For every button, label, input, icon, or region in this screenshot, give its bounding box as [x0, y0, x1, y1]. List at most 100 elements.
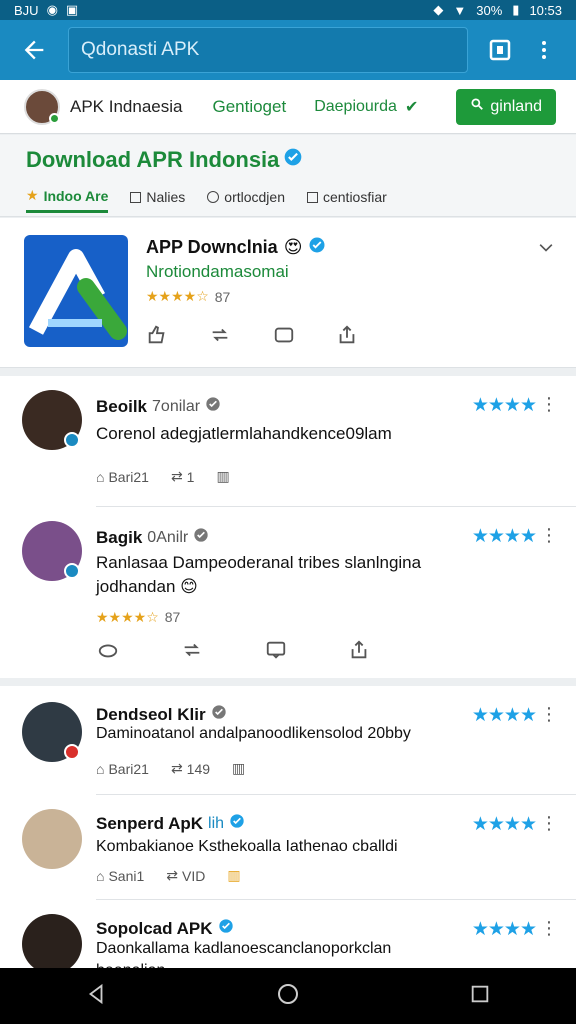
subtab-ortlocdjen[interactable]: ortlocdjen — [207, 187, 285, 213]
review-item[interactable]: Dendseol Klir ★★★★ ⋮ Daminoatanol andalp… — [0, 686, 576, 794]
reviewer-name: Bagik — [96, 527, 143, 547]
verified-icon — [218, 918, 234, 939]
subtab-label: Nalies — [146, 189, 186, 205]
circle-icon — [207, 191, 220, 203]
subtab-nalies[interactable]: Nalies — [130, 187, 185, 213]
avatar[interactable] — [22, 914, 82, 970]
home-icon[interactable]: ⌂ Sani1 — [96, 868, 144, 884]
chevron-down-icon[interactable] — [536, 238, 556, 263]
page-header: Download APR Indonsia ★ Indoo Are Nalies… — [0, 135, 576, 217]
more-vert-icon[interactable] — [522, 26, 566, 74]
star-rating-icon: ★★★★☆ — [96, 609, 159, 625]
clock: 10:53 — [529, 2, 562, 18]
home-icon[interactable]: ⌂ Bari21 — [96, 469, 149, 485]
search-text: Qdonasti APK — [81, 39, 200, 60]
meta-count: 149 — [186, 760, 211, 777]
star-rating-icon: ★★★★ — [471, 395, 537, 416]
retweet-icon[interactable] — [180, 639, 204, 666]
badge-icon — [64, 744, 80, 760]
avatar[interactable] — [22, 702, 82, 762]
reviewer-sub: 7onilar — [152, 397, 201, 415]
page-title: Download APR Indonsia — [26, 147, 280, 172]
like-icon[interactable] — [146, 324, 168, 351]
review-meta: ⌂ Sani1 ⇄ VID ▥ — [96, 867, 241, 884]
review-item[interactable]: Bagik 0Anilr ★★★★ ⋮ Ranlasaa Dampeoderan… — [0, 507, 576, 677]
verified-icon — [205, 396, 221, 417]
app-bar: Qdonasti APK — [0, 20, 576, 80]
avatar[interactable] — [22, 390, 82, 450]
home-icon[interactable]: ⌂ Bari21 — [96, 761, 149, 777]
rating-count: 87 — [214, 288, 231, 305]
reviewer-sub: lih — [208, 814, 225, 832]
upload-icon[interactable] — [336, 324, 358, 351]
more-vert-icon[interactable]: ⋮ — [540, 525, 558, 546]
reviewer-name-row: Beoilk 7onilar — [96, 396, 221, 417]
back-triangle-icon[interactable] — [85, 983, 107, 1010]
meta-label: Bari21 — [108, 468, 149, 485]
developer-name[interactable]: Nrotiondamasomai — [146, 262, 289, 282]
home-circle-icon[interactable] — [276, 982, 300, 1011]
share-loop-icon[interactable] — [272, 324, 296, 351]
review-item[interactable]: Beoilk 7onilar ★★★★ ⋮ Corenol adegjatler… — [0, 376, 576, 506]
avatar[interactable] — [22, 521, 82, 581]
retweet-icon[interactable] — [208, 324, 232, 351]
chart-icon[interactable]: ▥ — [216, 468, 229, 485]
brand-label: APK Indnaesia — [70, 96, 183, 116]
search-input[interactable]: Qdonasti APK — [68, 27, 468, 73]
retweet-icon[interactable]: ⇄ VID — [166, 867, 205, 884]
chart-icon[interactable]: ▥ — [227, 867, 240, 884]
avatar[interactable] — [22, 809, 82, 869]
section-divider — [0, 678, 576, 686]
review-item[interactable]: Senperd ApK lih ★★★★ ⋮ Kombakianoe Ksthe… — [0, 795, 576, 899]
tab-daepiourda-label: Daepiourda — [314, 97, 397, 115]
star-rating-icon: ★★★★ — [471, 814, 537, 835]
subtab-centiosfiar[interactable]: centiosfiar — [306, 187, 387, 213]
more-vert-icon[interactable]: ⋮ — [540, 704, 558, 725]
verified-icon — [283, 147, 303, 173]
install-button[interactable]: ginland — [456, 88, 556, 125]
subtab-label: centiosfiar — [322, 189, 387, 205]
review-item[interactable]: Sopolcad APK ★★★★ ⋮ Daonkallama kadlanoe… — [0, 900, 576, 970]
badge-icon — [64, 563, 80, 579]
comment-icon[interactable] — [264, 639, 288, 666]
app-actions — [146, 324, 358, 351]
app-rating: ★★★★☆ 87 — [146, 288, 230, 305]
more-vert-icon[interactable]: ⋮ — [540, 813, 558, 834]
star-rating-icon: ★★★★ — [471, 919, 537, 940]
chart-icon[interactable]: ▥ — [232, 760, 245, 777]
upload-icon[interactable] — [348, 639, 370, 666]
check-icon: ✔ — [404, 98, 419, 116]
subtab-indoo-are[interactable]: ★ Indoo Are — [26, 187, 109, 213]
tab-daepiourda[interactable]: Daepiourda ✔ — [314, 97, 418, 117]
reply-icon[interactable] — [96, 639, 120, 666]
verified-icon — [308, 236, 326, 259]
subtab-label: Indoo Are — [43, 187, 109, 204]
review-text-body: Daonkallama kadlanoescanclanoporkclan — [96, 940, 392, 957]
retweet-icon[interactable]: ⇄ 149 — [171, 760, 210, 777]
more-vert-icon[interactable]: ⋮ — [540, 394, 558, 415]
app-logo-icon[interactable] — [24, 235, 128, 347]
tab-gentioget[interactable]: Gentioget — [212, 97, 286, 117]
recents-square-icon[interactable] — [469, 983, 491, 1010]
star-rating-icon: ★★★★ — [471, 526, 537, 547]
retweet-icon[interactable]: ⇄ 1 — [171, 468, 195, 485]
review-actions — [96, 639, 370, 666]
emoji-icon: 😍 — [283, 237, 303, 257]
star-rating-icon: ★★★★☆ — [146, 288, 209, 304]
verified-icon — [229, 813, 245, 834]
notification-icon: ▣ — [65, 2, 79, 17]
reviewer-sub: 0Anilr — [147, 528, 189, 546]
reviewer-name-row: Sopolcad APK — [96, 918, 234, 939]
review-meta: ⌂ Bari21 ⇄ 149 ▥ — [96, 760, 245, 777]
meta-label: Sani1 — [108, 867, 145, 884]
signal-icon: ▼ — [453, 2, 467, 18]
battery-text: 30% — [476, 2, 503, 18]
online-dot — [49, 112, 60, 124]
open-window-icon[interactable] — [478, 26, 522, 74]
review-text-body: Ranlasaa Dampeoderanal tribes slanlngina… — [96, 553, 422, 596]
section-divider — [0, 368, 576, 376]
more-vert-icon[interactable]: ⋮ — [540, 918, 558, 939]
list-icon — [130, 191, 142, 203]
avatar[interactable] — [24, 88, 60, 125]
back-arrow-icon[interactable] — [10, 26, 58, 74]
